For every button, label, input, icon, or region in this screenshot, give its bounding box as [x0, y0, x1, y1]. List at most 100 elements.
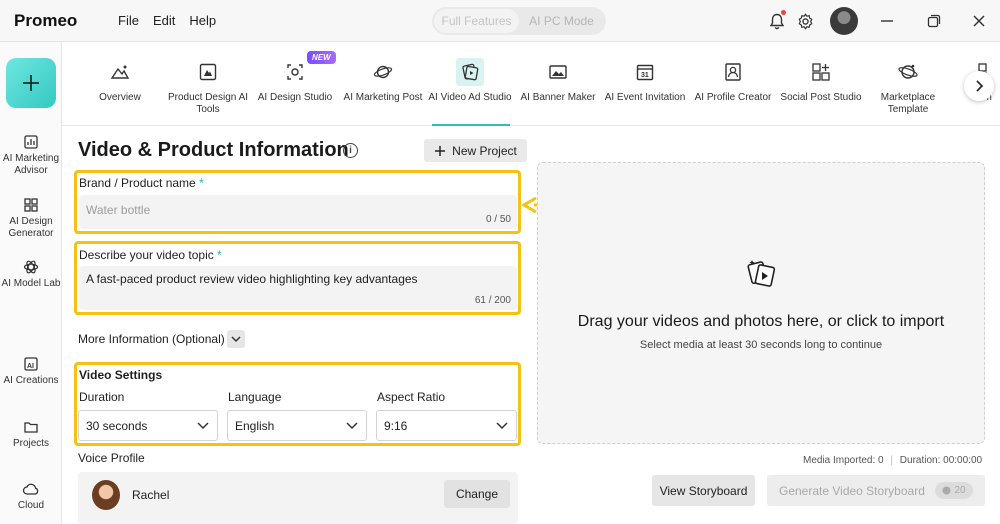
minimize-icon[interactable] — [878, 12, 896, 30]
menu-file[interactable]: File — [118, 13, 139, 28]
grid-icon — [24, 198, 38, 212]
feature-ai-video-ad-studio[interactable]: AI Video Ad Studio — [426, 58, 514, 104]
title-bar: Promeo File Edit Help Full Features AI P… — [0, 0, 1000, 42]
mode-switch[interactable]: Full Features AI PC Mode — [432, 7, 606, 35]
sidebar-item-label: AI Design Generator — [8, 216, 54, 239]
menu-help[interactable]: Help — [189, 13, 216, 28]
app-logo: Promeo — [14, 11, 78, 30]
sidebar-item-projects[interactable]: Projects — [0, 419, 62, 450]
marketplace-icon — [896, 60, 920, 84]
page-title: Video & Product Information — [78, 139, 349, 161]
plus-icon — [23, 75, 39, 91]
voice-avatar — [92, 480, 120, 510]
sidebar-item-cloud[interactable]: Cloud — [0, 481, 62, 512]
feature-label: AI Banner Maker — [520, 92, 596, 103]
generate-storyboard-label: Generate Video Storyboard — [779, 484, 925, 498]
new-project-button[interactable]: New Project — [424, 139, 527, 162]
close-icon[interactable] — [970, 12, 988, 30]
restore-icon[interactable] — [925, 12, 943, 30]
create-new-button[interactable] — [6, 58, 56, 108]
topic-label: Describe your video topic * — [79, 248, 222, 262]
duration-value: 30 seconds — [86, 418, 148, 433]
ai-creations-icon: AI — [24, 357, 38, 371]
feature-label: AI Design Studio — [257, 92, 333, 103]
feature-label: Product Design AI Tools — [167, 92, 249, 115]
cloud-icon — [22, 483, 39, 495]
feature-label: AI Profile Creator — [694, 92, 772, 103]
settings-gear-icon[interactable] — [796, 12, 814, 30]
media-import-icon — [747, 260, 776, 287]
plus-icon — [435, 145, 446, 156]
chevron-down-icon — [231, 335, 241, 342]
feature-product-design-tools[interactable]: Product Design AI Tools — [164, 60, 252, 116]
feature-overview[interactable]: Overview — [76, 60, 164, 104]
voice-profile-label: Voice Profile — [78, 451, 145, 465]
info-icon[interactable]: i — [343, 143, 358, 158]
topic-counter: 61 / 200 — [474, 295, 511, 306]
feature-label: Overview — [99, 92, 141, 103]
generate-storyboard-button[interactable]: Generate Video Storyboard 20 — [767, 475, 985, 506]
video-ad-icon — [456, 58, 484, 86]
feature-label: AI Marketing Post — [343, 92, 423, 103]
credit-cost: 20 — [954, 485, 966, 496]
active-tab-indicator — [432, 124, 510, 126]
more-information-expand-button[interactable] — [227, 330, 245, 348]
svg-text:31: 31 — [641, 72, 649, 79]
duration-select[interactable]: 30 seconds — [78, 410, 218, 441]
aspect-ratio-label: Aspect Ratio — [377, 390, 446, 404]
media-imported-count: Media Imported: 0 — [803, 455, 884, 466]
mode-ai-pc[interactable]: AI PC Mode — [519, 9, 604, 33]
feature-toolbar: Overview Product Design AI Tools AI Desi… — [62, 42, 1000, 126]
import-title: Drag your videos and photos here, or cli… — [577, 313, 945, 330]
brand-placeholder: Water bottle — [86, 203, 151, 217]
feature-ai-profile-creator[interactable]: AI Profile Creator — [689, 60, 777, 104]
topic-input[interactable]: A fast-paced product review video highli… — [79, 266, 517, 310]
scroll-right-button[interactable] — [964, 71, 994, 101]
social-post-icon — [809, 60, 833, 84]
language-select[interactable]: English — [227, 410, 367, 441]
folder-icon — [24, 422, 38, 433]
feature-ai-marketing-post[interactable]: AI Marketing Post — [339, 60, 427, 104]
video-settings-title: Video Settings — [79, 368, 163, 382]
menu-edit[interactable]: Edit — [153, 13, 175, 28]
feature-marketplace-template[interactable]: Marketplace Template — [864, 60, 952, 116]
voice-profile-card: Rachel Change — [78, 472, 518, 524]
media-duration: Duration: 00:00:00 — [899, 455, 983, 466]
brand-input[interactable]: Water bottle 0 / 50 — [79, 195, 517, 229]
product-design-icon — [196, 60, 220, 84]
banner-icon — [546, 60, 570, 84]
user-avatar[interactable] — [830, 7, 858, 35]
sidebar-item-label: Projects — [12, 438, 50, 449]
sidebar-item-marketing-advisor[interactable]: AI Marketing Advisor — [0, 134, 62, 177]
sidebar-item-label: Cloud — [17, 500, 45, 511]
sidebar-item-ai-creations[interactable]: AI AI Creations — [0, 356, 62, 387]
change-voice-button[interactable]: Change — [444, 480, 510, 508]
feature-ai-banner-maker[interactable]: AI Banner Maker — [514, 60, 602, 104]
language-value: English — [235, 418, 275, 433]
feature-social-post-studio[interactable]: Social Post Studio — [777, 60, 865, 104]
duration-label: Duration — [79, 390, 125, 404]
media-import-dropzone[interactable]: Drag your videos and photos here, or cli… — [537, 162, 985, 444]
sidebar-item-model-lab[interactable]: AI Model Lab — [0, 259, 62, 290]
model-lab-icon — [23, 260, 39, 274]
feature-ai-event-invitation[interactable]: 31 AI Event Invitation — [601, 60, 689, 104]
sidebar-item-design-generator[interactable]: AI Design Generator — [0, 197, 62, 240]
new-project-label: New Project — [452, 143, 517, 158]
topic-value: A fast-paced product review video highli… — [86, 272, 418, 286]
view-storyboard-button[interactable]: View Storyboard — [652, 475, 755, 506]
aspect-ratio-select[interactable]: 9:16 — [376, 410, 517, 441]
feature-label: AI Event Invitation — [604, 92, 686, 103]
credit-icon — [942, 486, 951, 495]
media-info: Media Imported: 0 | Duration: 00:00:00 — [803, 455, 983, 466]
feature-ai-design-studio[interactable]: AI Design Studio — [251, 60, 339, 104]
sidebar-item-label: AI Model Lab — [1, 278, 61, 289]
notification-dot — [781, 10, 786, 15]
credit-cost-badge: 20 — [935, 482, 973, 499]
sidebar-item-label: AI Marketing Advisor — [2, 153, 60, 176]
mode-full-features[interactable]: Full Features — [434, 9, 519, 33]
more-information-toggle[interactable]: More Information (Optional) — [78, 332, 225, 346]
overview-icon — [108, 60, 132, 84]
feature-label: Social Post Studio — [780, 92, 862, 103]
svg-text:AI: AI — [27, 363, 34, 370]
calendar-icon: 31 — [633, 60, 657, 84]
